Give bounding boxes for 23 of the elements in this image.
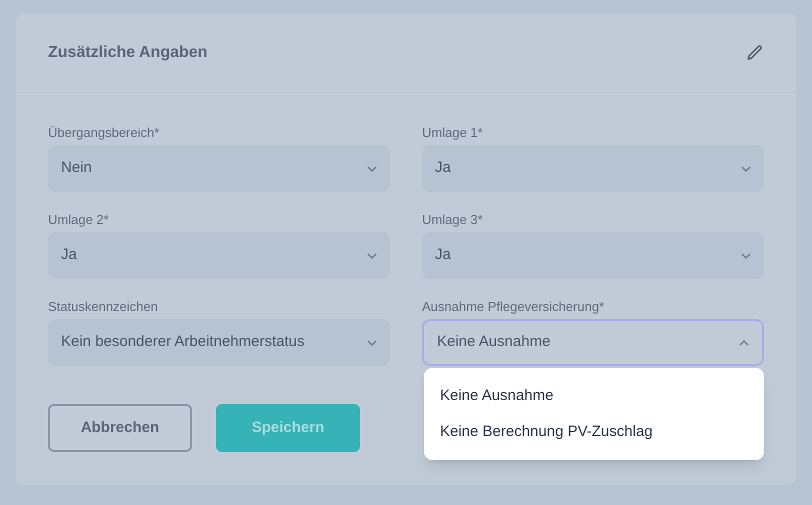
cancel-button[interactable]: Abbrechen	[48, 404, 192, 452]
field-label: Umlage 2*	[48, 211, 110, 229]
select-field[interactable]: Nein	[48, 145, 390, 192]
chevron-down-icon	[741, 166, 751, 172]
field-label: Umlage 1*	[422, 124, 484, 142]
dropdown-option[interactable]: Keine Ausnahme	[424, 378, 764, 414]
select-field[interactable]: Ja	[48, 232, 390, 279]
field-label: Statuskennzeichen	[48, 298, 159, 316]
chevron-down-icon	[367, 252, 377, 258]
dropdown-option[interactable]: Keine Berechnung PV-Zuschlag	[424, 414, 764, 450]
field-label: Ausnahme Pflegeversicherung*	[422, 298, 606, 316]
field-label: Übergangsbereich*	[48, 124, 160, 142]
card-title: Zusätzliche Angaben	[48, 42, 208, 62]
select-field[interactable]: Kein besonderer Arbeitnehmerstatus	[48, 319, 390, 366]
select-field[interactable]: Ja	[422, 232, 764, 279]
select-field[interactable]: Ja	[422, 145, 764, 192]
edit-icon[interactable]	[746, 44, 764, 62]
chevron-up-icon	[739, 340, 749, 346]
chevron-down-icon	[367, 166, 377, 172]
chevron-down-icon	[741, 252, 751, 258]
select-field[interactable]: Keine Ausnahme	[422, 319, 764, 366]
field-label: Umlage 3*	[422, 211, 484, 229]
chevron-down-icon	[367, 340, 377, 346]
